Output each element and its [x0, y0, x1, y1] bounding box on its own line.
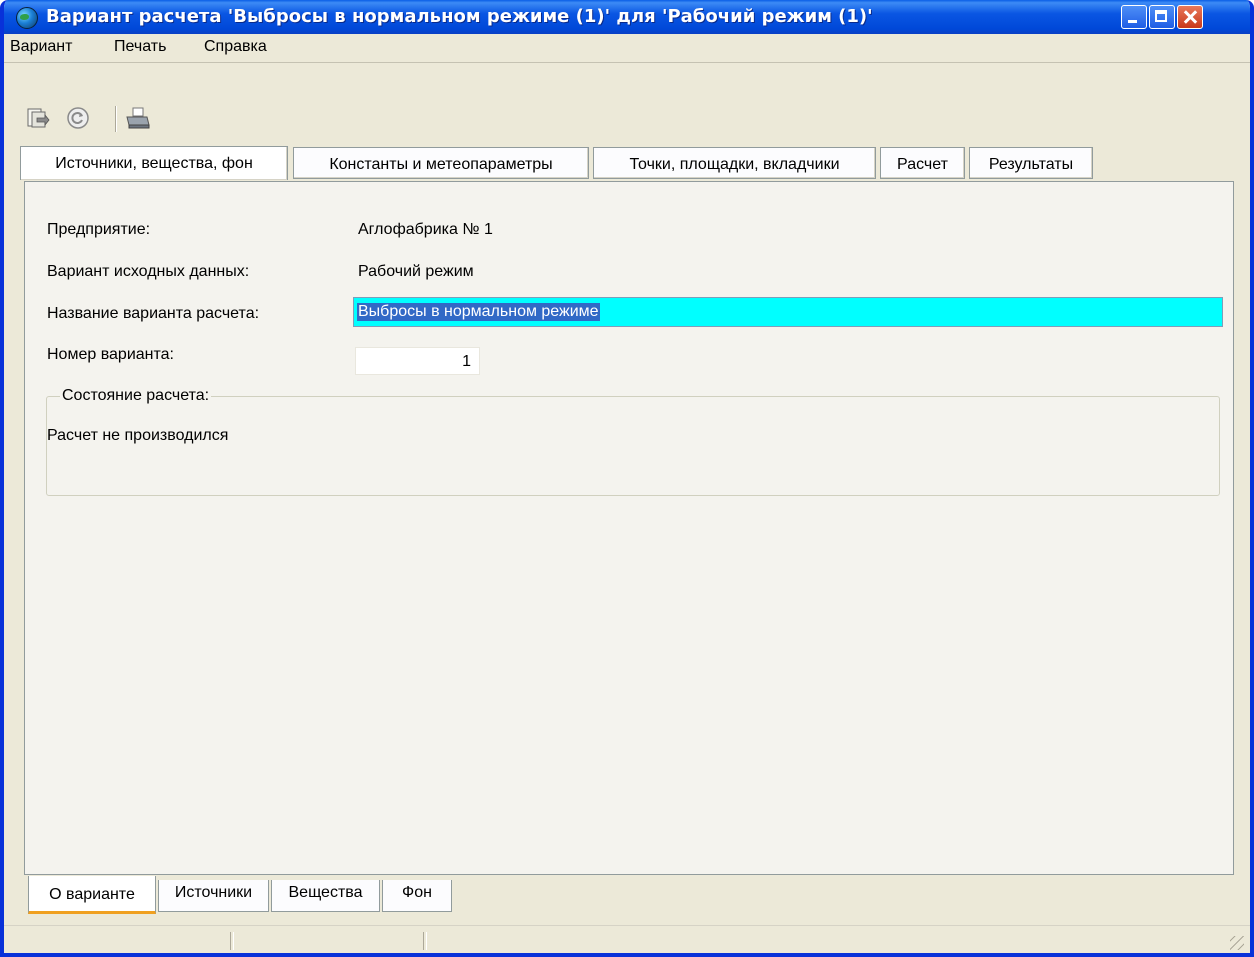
status-divider	[230, 932, 234, 950]
enterprise-value: Аглофабрика № 1	[358, 221, 493, 238]
variant-number-value: 1	[462, 353, 471, 370]
source-variant-label: Вариант исходных данных:	[47, 263, 250, 280]
toolbar-separator	[115, 106, 117, 132]
menu-variant[interactable]: Вариант	[10, 38, 72, 56]
variant-number-label: Номер варианта:	[47, 346, 174, 363]
enterprise-label: Предприятие:	[47, 221, 151, 238]
calc-name-label: Название варианта расчета:	[47, 305, 260, 322]
tab-constants-meteo[interactable]: Константы и метеопараметры	[293, 147, 589, 179]
menu-separator	[4, 62, 1250, 63]
bottom-tab-substances[interactable]: Вещества	[271, 880, 380, 912]
status-bar	[4, 925, 1250, 953]
bottom-tab-background[interactable]: Фон	[382, 880, 452, 912]
maximize-button[interactable]	[1149, 5, 1175, 29]
menu-print[interactable]: Печать	[114, 38, 166, 56]
main-panel	[24, 181, 1234, 875]
minimize-button[interactable]	[1121, 5, 1147, 29]
status-divider	[423, 932, 427, 950]
tab-results[interactable]: Результаты	[969, 147, 1093, 179]
menu-bar: Вариант Печать Справка	[4, 34, 1250, 60]
globe-app-icon[interactable]	[16, 7, 38, 29]
document-export-icon[interactable]	[26, 106, 50, 130]
tab-sources-substances-background[interactable]: Источники, вещества, фон	[20, 146, 288, 180]
calc-name-input[interactable]: Выбросы в нормальном режиме	[353, 297, 1223, 327]
printer-icon[interactable]	[125, 106, 150, 130]
variant-number-input[interactable]: 1	[355, 347, 480, 375]
bottom-tab-sources[interactable]: Источники	[158, 880, 269, 912]
status-groupbox	[46, 396, 1220, 496]
resize-grip-icon[interactable]	[1230, 936, 1244, 950]
calc-name-selected-text: Выбросы в нормальном режиме	[357, 303, 600, 321]
status-group-label: Состояние расчета:	[60, 387, 212, 405]
title-bar[interactable]: Вариант расчета 'Выбросы в нормальном ре…	[4, 0, 1250, 34]
window-title: Вариант расчета 'Выбросы в нормальном ре…	[46, 6, 873, 27]
status-value: Расчет не производился	[47, 427, 229, 444]
menu-help[interactable]: Справка	[204, 38, 267, 56]
app-window: Вариант расчета 'Выбросы в нормальном ре…	[0, 0, 1254, 957]
close-button[interactable]	[1177, 5, 1203, 29]
bottom-tab-about-variant[interactable]: О варианте	[28, 876, 156, 914]
source-variant-value: Рабочий режим	[358, 263, 474, 280]
tab-calculation[interactable]: Расчет	[880, 147, 965, 179]
tab-points-areas-contributors[interactable]: Точки, площадки, вкладчики	[593, 147, 876, 179]
refresh-icon[interactable]	[66, 106, 90, 130]
